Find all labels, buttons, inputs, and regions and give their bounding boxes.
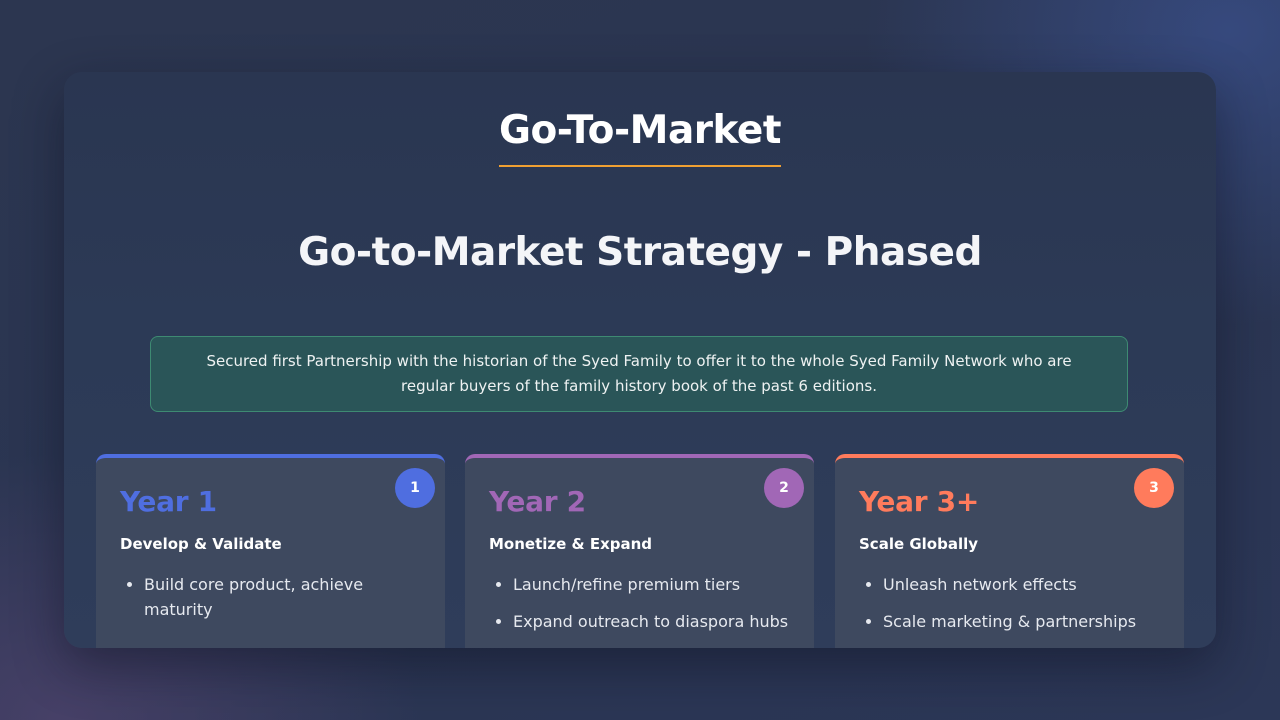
- phase-bullet: Expand outreach to diaspora hubs: [513, 609, 790, 634]
- phase-bullet-list: Build core product, achieve maturity: [120, 572, 421, 622]
- phase-year-label: Year 2: [489, 485, 586, 518]
- phase-number-badge: 3: [1134, 468, 1174, 508]
- phase-bullet-list: Launch/refine premium tiers Expand outre…: [489, 572, 790, 634]
- slide-headline: Go-to-Market Strategy - Phased: [298, 230, 982, 275]
- phase-subtitle: Develop & Validate: [120, 535, 282, 553]
- phase-year-label: Year 3+: [859, 485, 979, 518]
- phase-year-label: Year 1: [120, 485, 217, 518]
- phase-card-year-1: 1 Year 1 Develop & Validate Build core p…: [96, 454, 445, 648]
- phase-number-badge: 1: [395, 468, 435, 508]
- section-title-wrap: Go-To-Market: [64, 109, 1216, 167]
- callout-text: Secured first Partnership with the histo…: [206, 352, 1072, 395]
- phase-card-year-2: 2 Year 2 Monetize & Expand Launch/refine…: [465, 454, 814, 648]
- phase-subtitle: Scale Globally: [859, 535, 979, 553]
- partnership-callout: Secured first Partnership with the histo…: [150, 336, 1128, 412]
- phase-bullet: Unleash network effects: [883, 572, 1160, 597]
- phase-bullet-list: Unleash network effects Scale marketing …: [859, 572, 1160, 634]
- phase-number-badge: 2: [764, 468, 804, 508]
- section-title: Go-To-Market: [498, 109, 782, 167]
- phase-bullet: Scale marketing & partnerships: [883, 609, 1160, 634]
- phase-bullet: Launch/refine premium tiers: [513, 572, 790, 597]
- phase-card-year-3: 3 Year 3+ Scale Globally Unleash network…: [835, 454, 1184, 648]
- phase-bullet: Build core product, achieve maturity: [144, 572, 421, 622]
- slide-panel: Go-To-Market Go-to-Market Strategy - Pha…: [64, 72, 1216, 648]
- phase-subtitle: Monetize & Expand: [489, 535, 653, 553]
